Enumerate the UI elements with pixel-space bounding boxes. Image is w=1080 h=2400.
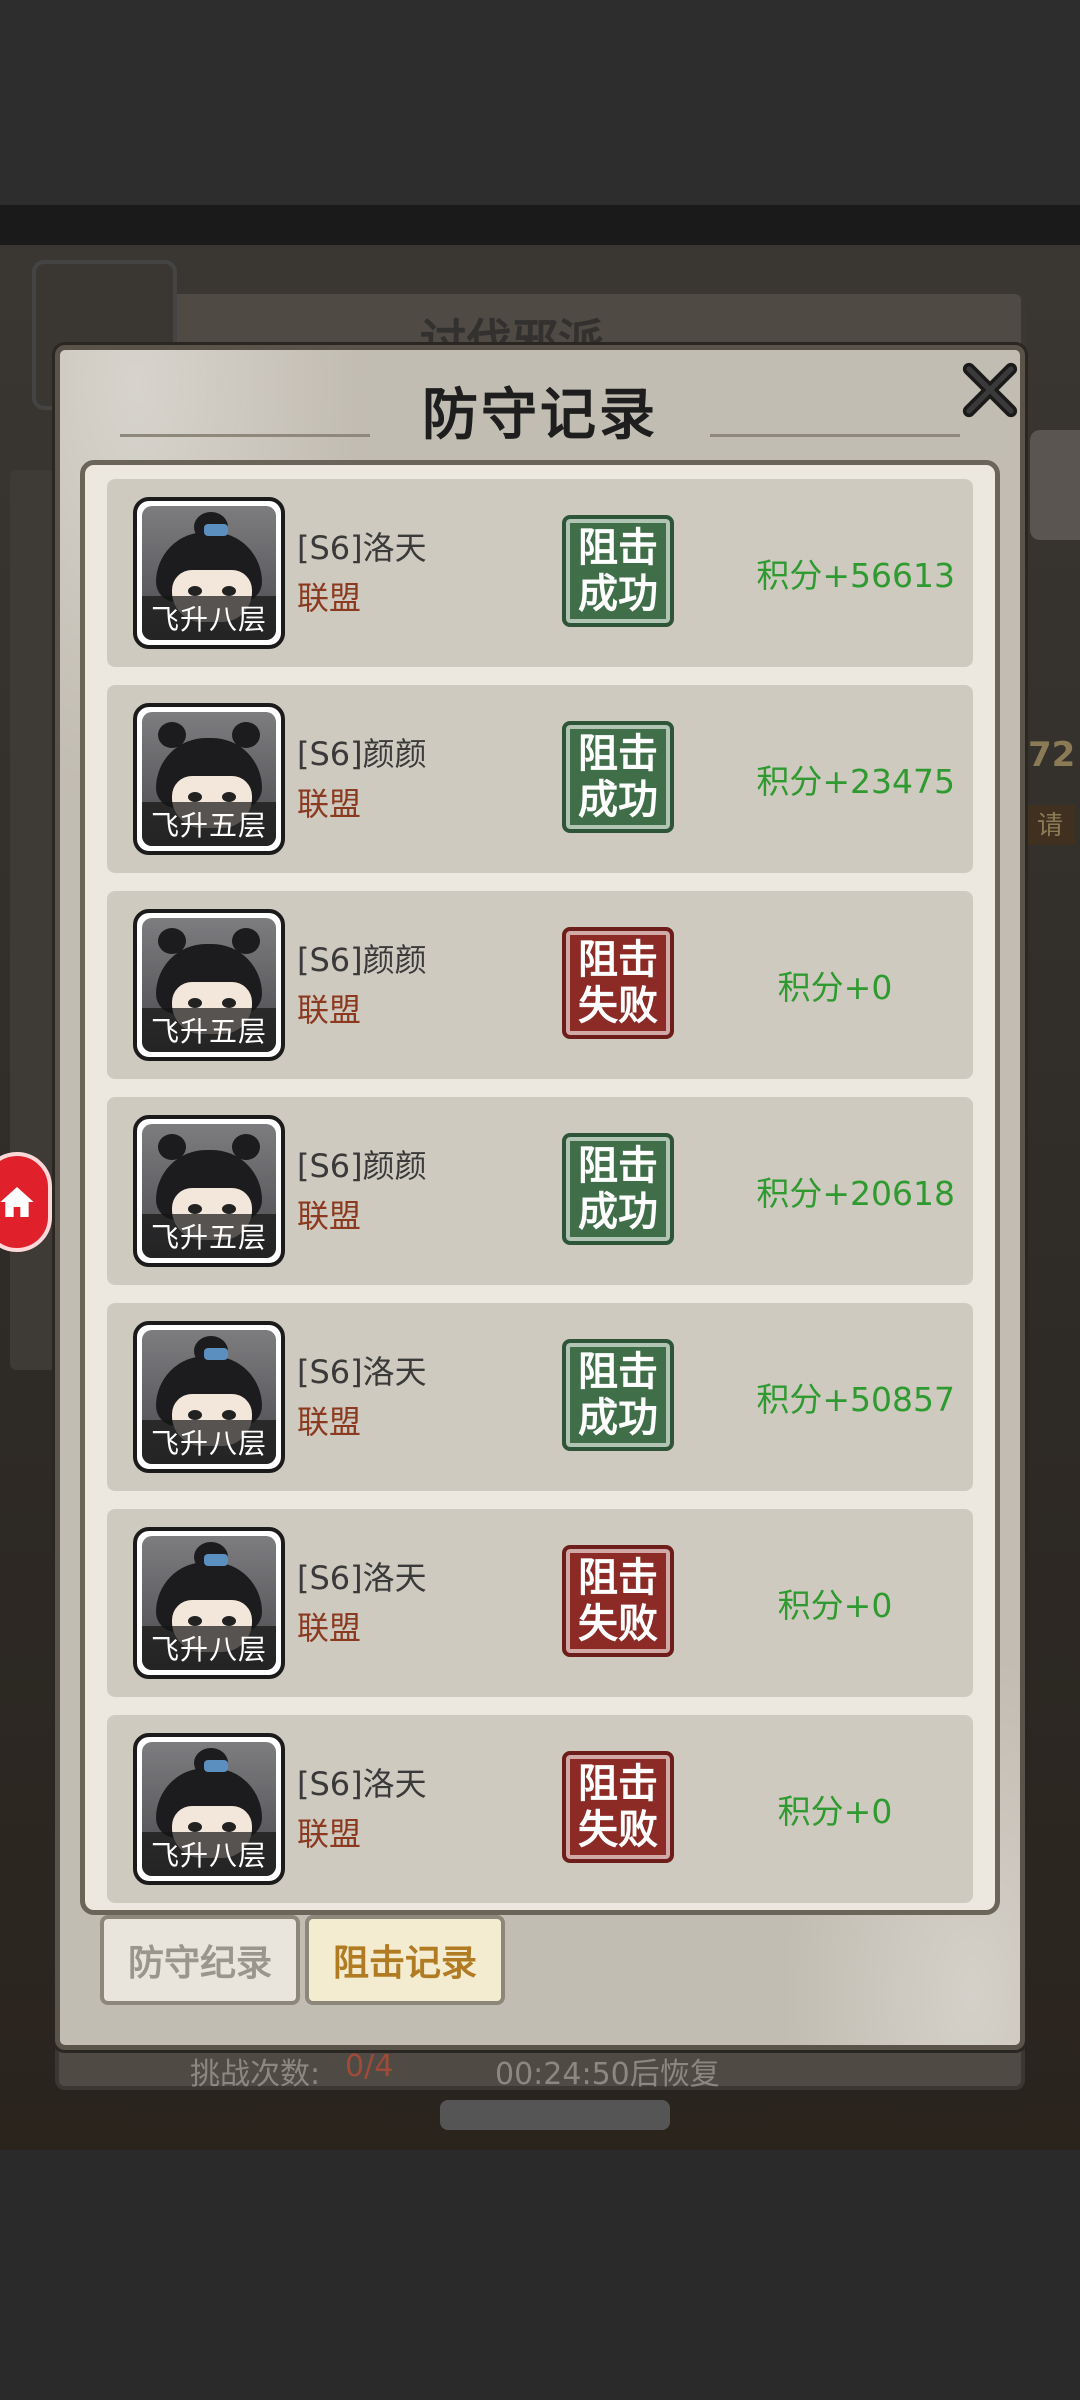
result-stamp: 阻击 成功 (562, 721, 674, 833)
avatar-portrait: 飞升五层 (142, 1124, 276, 1258)
guild-name: 联盟 (297, 991, 362, 1029)
dialog-title: 防守记录 (422, 382, 658, 448)
close-button[interactable] (950, 355, 1030, 425)
rank-label: 飞升五层 (142, 1008, 276, 1052)
record-row: 飞升八层 [S6]洛天 联盟 阻击 成功 积分+56613 (107, 479, 973, 667)
score-value: 积分+56613 (756, 556, 955, 595)
score-value: 积分+0 (777, 1792, 893, 1831)
score-value: 积分+0 (777, 968, 893, 1007)
record-row: 飞升五层 [S6]颜颜 联盟 阻击 成功 积分+23475 (107, 685, 973, 873)
result-line-2: 失败 (578, 1807, 658, 1853)
dialog-header: 防守记录 (60, 370, 1020, 450)
rank-label: 飞升五层 (142, 802, 276, 846)
background-side-value: 72 (1028, 735, 1076, 775)
player-name: [S6]洛天 (297, 1353, 427, 1391)
background-arrow-button (1030, 430, 1080, 540)
title-divider-right (710, 434, 960, 437)
challenge-label: 挑战次数: (190, 2057, 321, 2092)
player-name: [S6]颜颜 (297, 941, 427, 979)
player-name: [S6]颜颜 (297, 1147, 427, 1185)
player-name: [S6]洛天 (297, 1559, 427, 1597)
player-avatar[interactable]: 飞升五层 (133, 909, 285, 1061)
avatar-portrait: 飞升八层 (142, 1742, 276, 1876)
score-value: 积分+0 (777, 1586, 893, 1625)
record-row: 飞升五层 [S6]颜颜 联盟 阻击 失败 积分+0 (107, 891, 973, 1079)
result-line-2: 成功 (578, 777, 658, 823)
score-value: 积分+23475 (756, 762, 955, 801)
player-name: [S6]颜颜 (297, 735, 427, 773)
background-side-label: 请 (1025, 805, 1075, 845)
guild-name: 联盟 (297, 785, 362, 823)
background-footer-tab (440, 2100, 670, 2130)
bottom-background (0, 2150, 1080, 2400)
record-row: 飞升八层 [S6]洛天 联盟 阻击 失败 积分+0 (107, 1715, 973, 1903)
result-stamp: 阻击 成功 (562, 1339, 674, 1451)
result-line-1: 阻击 (578, 1555, 658, 1601)
home-icon (0, 1187, 34, 1217)
tab-block-record[interactable]: 阻击记录 (305, 1915, 505, 2005)
player-avatar[interactable]: 飞升八层 (133, 497, 285, 649)
rank-label: 飞升八层 (142, 1626, 276, 1670)
result-line-2: 失败 (578, 983, 658, 1029)
record-row: 飞升五层 [S6]颜颜 联盟 阻击 成功 积分+20618 (107, 1097, 973, 1285)
result-line-2: 成功 (578, 1395, 658, 1441)
result-stamp: 阻击 失败 (562, 1545, 674, 1657)
guild-name: 联盟 (297, 1403, 362, 1441)
player-avatar[interactable]: 飞升五层 (133, 703, 285, 855)
player-avatar[interactable]: 飞升八层 (133, 1733, 285, 1885)
result-line-1: 阻击 (578, 525, 658, 571)
rank-label: 飞升八层 (142, 1832, 276, 1876)
record-row: 飞升八层 [S6]洛天 联盟 阻击 成功 积分+50857 (107, 1303, 973, 1491)
player-name: [S6]洛天 (297, 529, 427, 567)
guild-name: 联盟 (297, 579, 362, 617)
guild-name: 联盟 (297, 1197, 362, 1235)
result-stamp: 阻击 成功 (562, 515, 674, 627)
player-avatar[interactable]: 飞升八层 (133, 1321, 285, 1473)
avatar-portrait: 飞升五层 (142, 712, 276, 846)
record-list[interactable]: 飞升八层 [S6]洛天 联盟 阻击 成功 积分+56613 飞升五层 [S6]颜… (80, 460, 1000, 1915)
decorative-band (0, 205, 1080, 245)
rank-label: 飞升八层 (142, 1420, 276, 1464)
result-line-1: 阻击 (578, 1761, 658, 1807)
result-stamp: 阻击 成功 (562, 1133, 674, 1245)
home-button[interactable] (0, 1152, 52, 1252)
guild-name: 联盟 (297, 1815, 362, 1853)
rank-label: 飞升八层 (142, 596, 276, 640)
result-line-2: 成功 (578, 1189, 658, 1235)
result-line-2: 失败 (578, 1601, 658, 1647)
player-avatar[interactable]: 飞升八层 (133, 1527, 285, 1679)
close-icon (962, 362, 1018, 418)
top-bar-background (0, 0, 1080, 205)
recovery-timer: 00:24:50后恢复 (495, 2057, 720, 2092)
title-divider-left (120, 434, 370, 437)
avatar-portrait: 飞升八层 (142, 1536, 276, 1670)
result-line-1: 阻击 (578, 1349, 658, 1395)
game-screen: 讨伐邪派 72 请 挑战次数: 0/4 00:24:50后恢复 防守记录 飞升八… (0, 0, 1080, 2400)
avatar-portrait: 飞升八层 (142, 506, 276, 640)
rank-label: 飞升五层 (142, 1214, 276, 1258)
player-avatar[interactable]: 飞升五层 (133, 1115, 285, 1267)
result-line-1: 阻击 (578, 937, 658, 983)
record-row: 飞升八层 [S6]洛天 联盟 阻击 失败 积分+0 (107, 1509, 973, 1697)
result-line-1: 阻击 (578, 731, 658, 777)
guild-name: 联盟 (297, 1609, 362, 1647)
defense-record-dialog: 防守记录 飞升八层 [S6]洛天 联盟 阻击 成功 积分+56613 飞升五层 … (55, 345, 1025, 2050)
result-stamp: 阻击 失败 (562, 927, 674, 1039)
result-line-1: 阻击 (578, 1143, 658, 1189)
score-value: 积分+50857 (756, 1380, 955, 1419)
score-value: 积分+20618 (756, 1174, 955, 1213)
result-line-2: 成功 (578, 571, 658, 617)
avatar-portrait: 飞升八层 (142, 1330, 276, 1464)
result-stamp: 阻击 失败 (562, 1751, 674, 1863)
avatar-portrait: 飞升五层 (142, 918, 276, 1052)
tab-defend-record[interactable]: 防守纪录 (100, 1915, 300, 2005)
challenge-value: 0/4 (345, 2049, 394, 2084)
player-name: [S6]洛天 (297, 1765, 427, 1803)
